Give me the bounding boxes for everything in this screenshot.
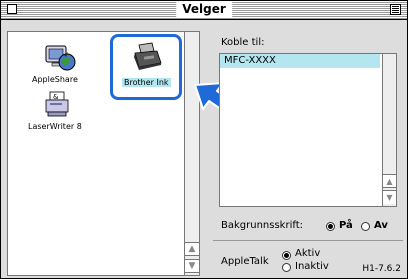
chooser-window: Velger AppleShare Brother Ink & LaserWri… <box>0 0 408 279</box>
scroll-down-arrow[interactable]: ▼ <box>185 259 199 273</box>
window-title: Velger <box>176 2 232 17</box>
background-printing-label: Bakgrunnsskrift: <box>221 220 303 231</box>
connect-to-label: Koble til: <box>221 37 265 48</box>
device-label-brother-ink: Brother Ink <box>122 78 171 87</box>
version-label: H1-7.6.2 <box>362 264 401 274</box>
appleshare-icon <box>45 45 76 71</box>
port-item-mfc[interactable]: MFC-XXXX <box>220 54 380 68</box>
device-label-appleshare: AppleShare <box>32 75 78 84</box>
device-item-brother-ink[interactable]: Brother Ink <box>110 34 182 100</box>
port-list-scrollbar[interactable]: ▲ ▼ <box>382 54 396 206</box>
appletalk-inactive-radio[interactable] <box>282 263 291 272</box>
port-list[interactable]: MFC-XXXX ▲ ▼ <box>219 53 397 207</box>
port-scroll-up[interactable]: ▲ <box>383 174 396 188</box>
section-divider <box>213 240 403 241</box>
appletalk-inactive-label[interactable]: Inaktiv <box>295 261 329 272</box>
appletalk-active-label[interactable]: Aktiv <box>295 248 320 259</box>
background-printing-on-label[interactable]: På <box>339 220 353 231</box>
device-list-panel[interactable]: AppleShare Brother Ink & LaserWriter 8 ▲… <box>7 31 200 276</box>
device-list-scrollbar[interactable]: ▲ ▼ <box>184 32 199 275</box>
close-box[interactable] <box>7 4 17 14</box>
device-label-laserwriter: LaserWriter 8 <box>28 122 82 131</box>
zoom-box[interactable] <box>390 4 401 15</box>
background-printing-on-radio[interactable] <box>326 222 335 231</box>
scroll-up-arrow[interactable]: ▲ <box>185 242 199 256</box>
background-printing-off-label[interactable]: Av <box>374 220 388 231</box>
appletalk-label: AppleTalk <box>221 256 269 267</box>
laserwriter-icon: & <box>45 91 69 117</box>
title-bar[interactable]: Velger <box>1 1 407 20</box>
printer-icon <box>134 42 162 70</box>
appletalk-active-radio[interactable] <box>282 251 291 260</box>
port-scroll-down[interactable]: ▼ <box>383 190 396 204</box>
device-item-laserwriter[interactable]: & LaserWriter 8 <box>22 90 98 146</box>
background-printing-off-radio[interactable] <box>361 222 370 231</box>
